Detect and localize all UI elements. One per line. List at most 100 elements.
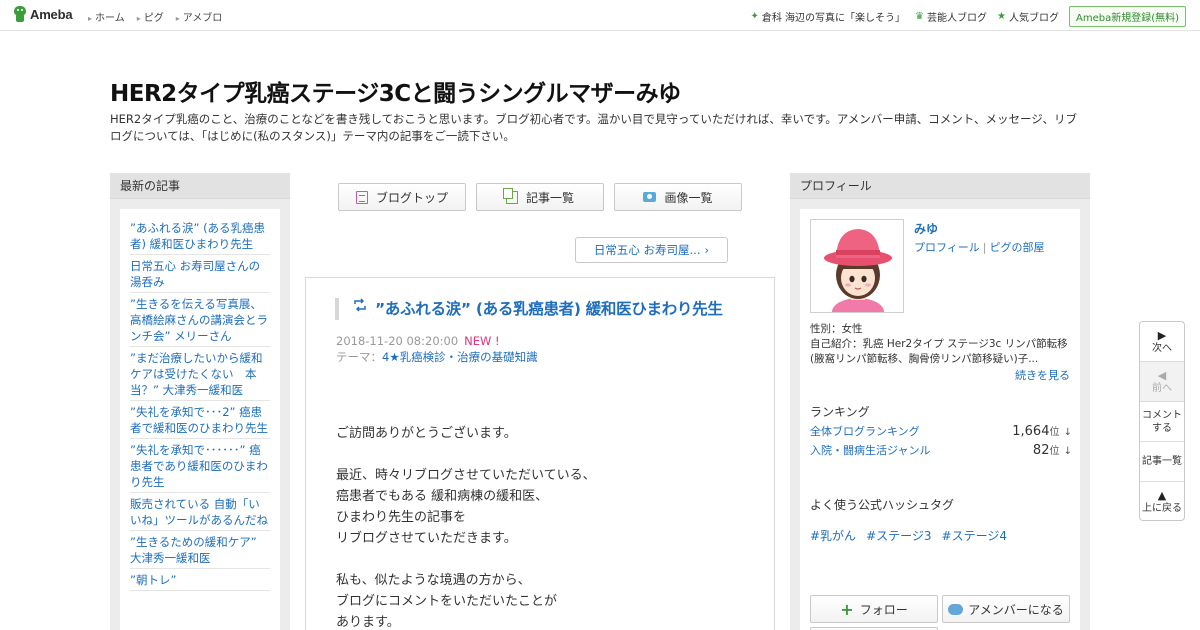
recent-post-item[interactable]: ”朝トレ”	[130, 569, 270, 591]
recent-post-item[interactable]: 販売されている 自動「いいね」ツールがあるんだね	[130, 493, 270, 531]
recent-post-item[interactable]: ”まだ治療したいから緩和ケアは受けたくない 本当？” 大津秀一緩和医	[130, 347, 270, 401]
next-label: 次へ	[1152, 342, 1172, 354]
profile-name[interactable]: みゆ	[914, 220, 938, 237]
trend-down-icon: ↓	[1063, 446, 1072, 457]
profile-intro: 自己紹介：乳癌 Her2タイプ ステージ3c リンパ節転移 (腋窩リンパ節転移、…	[810, 338, 1068, 365]
celebrity-blog-label: 芸能人ブログ	[927, 13, 988, 24]
ranking-name[interactable]: 入院・闘病生活ジャンル	[810, 442, 930, 458]
back-to-top-label: 上に戻る	[1142, 503, 1182, 514]
ranking-row: 入院・闘病生活ジャンル 82位 ↓	[810, 442, 1072, 458]
celebrity-blog-link[interactable]: ♛ 芸能人ブログ	[915, 9, 987, 24]
blog-top-button[interactable]: ブログトップ	[338, 183, 466, 211]
ranking-unit: 位	[1049, 446, 1060, 457]
logo-text: Ameba	[30, 7, 73, 22]
popular-blog-label: 人気ブログ	[1008, 13, 1059, 24]
nav-pig[interactable]: ピグ	[137, 9, 164, 24]
next-post-button[interactable]: 日常五心 お寿司屋... ›	[575, 237, 728, 263]
new-badge: NEW !	[464, 334, 500, 348]
chevron-right-icon: ›	[704, 243, 710, 257]
global-nav: ホーム ピグ アメブロ	[88, 9, 222, 24]
next-post-label: 日常五心 お寿司屋...	[593, 243, 701, 257]
trend-down-icon: ↓	[1063, 427, 1072, 438]
document-icon	[355, 190, 368, 204]
article-line: 私も、似たような境遇の方から、	[336, 573, 531, 588]
title-bar-decoration	[335, 298, 339, 320]
profile-links: プロフィール | ピグの部屋	[914, 239, 1045, 255]
recent-post-item[interactable]: ”あふれる涙” (ある乳癌患者) 緩和医ひまわり先生	[130, 217, 270, 255]
profile-info: 性別：女性 自己紹介：乳癌 Her2タイプ ステージ3c リンパ節転移 (腋窩リ…	[810, 322, 1072, 367]
amember-button[interactable]: アメンバーになる	[942, 595, 1070, 623]
nav-ameblo[interactable]: アメブロ	[176, 9, 223, 24]
article-meta: 2018-11-20 08:20:00 NEW ! テーマ：4★乳癌検診・治療の基…	[336, 333, 538, 365]
recent-post-item[interactable]: ”失礼を承知で･･･2” 癌患者で緩和医のひまわり先生	[130, 401, 270, 439]
image-list-button[interactable]: 画像一覧	[614, 183, 742, 211]
up-arrow-icon: ▲	[1157, 489, 1167, 502]
article-body: ご訪問ありがとうございます。 最近、時々リブログさせていただいている、 癌患者で…	[336, 423, 596, 630]
prev-label: 前へ	[1152, 382, 1172, 394]
camera-icon	[643, 192, 657, 202]
recent-post-item[interactable]: ”失礼を承知で･･････” 癌患者であり緩和医のひまわり先生	[130, 439, 270, 493]
article-line: ブログにコメントをいただいたことが	[336, 594, 558, 609]
hashtag-heading: よく使う公式ハッシュタグ	[810, 498, 955, 512]
plus-icon: +	[840, 599, 854, 619]
blog-toolbar: ブログトップ 記事一覧 画像一覧	[338, 183, 742, 211]
blog-top-label: ブログトップ	[375, 190, 448, 205]
recent-posts-list: ”あふれる涙” (ある乳癌患者) 緩和医ひまわり先生 日常五心 お寿司屋さんの湯…	[120, 209, 280, 630]
nav-home[interactable]: ホーム	[88, 9, 125, 24]
sparkle-icon: ✦	[750, 11, 759, 22]
back-to-top-button[interactable]: ▲ 上に戻る	[1140, 482, 1184, 522]
profile-link[interactable]: プロフィール	[914, 241, 980, 254]
article-line: あります。	[336, 615, 400, 630]
pig-room-link[interactable]: ピグの部屋	[990, 241, 1045, 254]
article-title[interactable]: ”あふれる涙” (ある乳癌患者) 緩和医ひまわり先生	[375, 297, 723, 319]
ameba-logo[interactable]: Ameba	[13, 6, 73, 23]
hashtag-link[interactable]: #ステージ3	[866, 527, 931, 544]
article-line: リブログさせていただきます。	[336, 531, 517, 546]
recent-posts-sidebar: 最新の記事 ”あふれる涙” (ある乳癌患者) 緩和医ひまわり先生 日常五心 お寿…	[110, 173, 290, 630]
back-icon: ◀	[1157, 368, 1167, 382]
avatar[interactable]	[810, 219, 904, 313]
hashtag-link[interactable]: #乳がん	[810, 527, 856, 544]
copy-icon	[502, 187, 518, 204]
blog-title[interactable]: HER2タイプ乳癌ステージ3Cと闘うシングルマザーみゆ	[110, 74, 681, 108]
hashtag-link[interactable]: #ステージ4	[942, 527, 1007, 544]
popular-blog-link[interactable]: ★ 人気ブログ	[997, 9, 1059, 24]
next-button[interactable]: ▶ 次へ	[1140, 322, 1184, 362]
profile-sidebar: プロフィール みゆ プロフィール | ピグの部屋 性別：女性 自己紹介：乳癌 H…	[790, 173, 1090, 630]
global-header: Ameba ホーム ピグ アメブロ ✦ 倉科 海辺の写真に「楽しそう」 ♛ 芸能…	[0, 0, 1200, 31]
article-line: 癌患者でもある 緩和病棟の緩和医、	[336, 489, 549, 504]
follow-button[interactable]: + フォロー	[810, 595, 938, 623]
image-list-label: 画像一覧	[664, 190, 713, 205]
ranking-heading: ランキング	[810, 405, 870, 419]
register-button[interactable]: Ameba新規登録(無料)	[1068, 6, 1186, 27]
profile-box: みゆ プロフィール | ピグの部屋 性別：女性 自己紹介：乳癌 Her2タイプ ステ…	[800, 209, 1080, 630]
article-list-label: 記事一覧	[525, 190, 574, 205]
trend-link[interactable]: ✦ 倉科 海辺の写真に「楽しそう」	[750, 9, 905, 24]
ameba-mascot-icon	[13, 6, 27, 23]
recent-posts-heading: 最新の記事	[110, 173, 290, 199]
profile-heading: プロフィール	[790, 173, 1090, 199]
theme-label: テーマ：	[336, 350, 382, 364]
ranking-value: 1,664位 ↓	[1012, 423, 1072, 439]
prev-button[interactable]: ◀ 前へ	[1140, 362, 1184, 402]
comment-button[interactable]: コメント する	[1140, 402, 1184, 442]
read-more-link[interactable]: 続きを見る	[1015, 367, 1070, 383]
article-theme-link[interactable]: 4★乳癌検診・治療の基礎知識	[382, 350, 538, 364]
comment-label-2: する	[1152, 422, 1172, 434]
side-pager: ▶ 次へ ◀ 前へ コメント する 記事一覧 ▲ 上に戻る	[1139, 321, 1185, 521]
recent-post-item[interactable]: 日常五心 お寿司屋さんの湯呑み	[130, 255, 270, 293]
blog-description: HER2タイプ乳癌のこと、治療のことなどを書き残しておこうと思います。ブログ初心…	[110, 112, 1077, 143]
recent-post-item[interactable]: ”生きるを伝える写真展、高橋絵麻さんの講演会とランチ会” メリーさん	[130, 293, 270, 347]
article-list-side-button[interactable]: 記事一覧	[1140, 442, 1184, 482]
ranking-row: 全体ブログランキング 1,664位 ↓	[810, 423, 1072, 439]
ranking-name[interactable]: 全体ブログランキング	[810, 423, 920, 439]
hashtag-list: #乳がん #ステージ3 #ステージ4	[810, 527, 1007, 544]
ranking-value: 82位 ↓	[1033, 442, 1072, 458]
crown-icon: ♛	[915, 11, 925, 22]
ranking-number: 1,664	[1012, 424, 1050, 439]
trend-text: 倉科 海辺の写真に「楽しそう」	[761, 13, 906, 24]
article-list-side-label: 記事一覧	[1142, 456, 1182, 467]
recent-post-item[interactable]: ”生きるための緩和ケア” 大津秀一緩和医	[130, 531, 270, 569]
follow-label: フォロー	[859, 602, 908, 617]
article-list-button[interactable]: 記事一覧	[476, 183, 604, 211]
